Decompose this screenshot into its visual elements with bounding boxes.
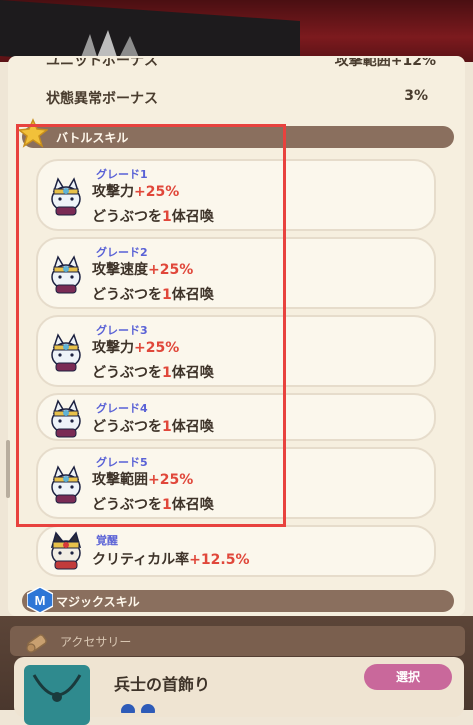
summon-pre: どうぶつを — [92, 287, 162, 303]
cat-soldier-icon — [51, 255, 81, 294]
crit-label: クリティカル率 — [92, 552, 190, 568]
stat-line: 攻撃力+25% — [92, 181, 179, 201]
grade-label: グレード4 — [96, 402, 148, 415]
awakened-cat-icon — [50, 531, 82, 570]
cat-soldier-icon — [51, 399, 81, 438]
magic-skill-header: M マジックスキル — [22, 587, 454, 613]
stat-label: 攻撃力 — [92, 184, 134, 200]
status-bonus-value: 3% — [404, 88, 428, 104]
summon-post: 体召喚 — [171, 365, 214, 381]
summon-post: 体召喚 — [171, 209, 214, 225]
summon-count: 1 — [162, 365, 172, 381]
accessory-header: アクセサリー — [10, 626, 465, 656]
stat-line: 攻撃力+25% — [92, 337, 179, 357]
summon-count: 1 — [162, 497, 172, 513]
top-banner — [0, 0, 473, 62]
accessory-card: 兵士の首飾り 選択 — [14, 657, 464, 725]
svg-text:M: M — [35, 593, 46, 608]
stat-value: +25% — [134, 340, 180, 356]
summon-pre: どうぶつを — [92, 497, 162, 513]
unit-bonus-value: 攻撃範囲+12% — [334, 58, 436, 69]
stat-value: +25% — [148, 472, 194, 488]
stat-value: +25% — [148, 262, 194, 278]
stat-label: 攻撃力 — [92, 340, 134, 356]
stat-value: +25% — [134, 184, 180, 200]
stat-label: 攻撃範囲 — [92, 472, 148, 488]
grade-label: グレード5 — [96, 456, 148, 469]
crit-line: クリティカル率+12.5% — [92, 549, 249, 569]
necklace-icon — [32, 674, 82, 702]
stat-line: 攻撃速度+25% — [92, 259, 193, 279]
grade-label: グレード2 — [96, 246, 148, 259]
grade-2-card: グレード2 攻撃速度+25% どうぶつを1体召喚 — [36, 237, 436, 309]
summon-post: 体召喚 — [171, 287, 214, 303]
cat-soldier-icon — [51, 465, 81, 504]
cat-soldier-icon — [51, 177, 81, 216]
summon-line: どうぶつを1体召喚 — [92, 494, 214, 514]
gem-slots-icon — [121, 704, 155, 713]
summon-line: どうぶつを1体召喚 — [92, 416, 214, 436]
grade-1-card: グレード1 攻撃力+25% どうぶつを1体召喚 — [36, 159, 436, 231]
grade-5-card: グレード5 攻撃範囲+25% どうぶつを1体召喚 — [36, 447, 436, 519]
awakening-label: 覚醒 — [96, 534, 118, 547]
summon-count: 1 — [162, 287, 172, 303]
summon-post: 体召喚 — [171, 419, 214, 435]
awakening-card: 覚醒 クリティカル率+12.5% — [36, 525, 436, 577]
status-bonus-label: 状態異常ボーナス — [46, 91, 158, 107]
stat-line: 攻撃範囲+25% — [92, 469, 193, 489]
summon-pre: どうぶつを — [92, 209, 162, 225]
grade-label: グレード3 — [96, 324, 148, 337]
summon-post: 体召喚 — [171, 497, 214, 513]
summon-count: 1 — [162, 419, 172, 435]
summon-line: どうぶつを1体召喚 — [92, 206, 214, 226]
necklace-thumbnail — [24, 665, 90, 725]
unit-bonus-label: ユニットボーナス — [46, 58, 158, 69]
accessory-name: 兵士の首飾り — [114, 675, 211, 694]
star-icon — [18, 118, 48, 148]
accessory-header-title: アクセサリー — [60, 635, 132, 649]
status-bonus-row: 状態異常ボーナス 3% — [46, 88, 428, 108]
battle-skill-title: バトルスキル — [56, 131, 129, 145]
grade-3-card: グレード3 攻撃力+25% どうぶつを1体召喚 — [36, 315, 436, 387]
stat-label: 攻撃速度 — [92, 262, 148, 278]
crit-value: +12.5% — [189, 552, 250, 568]
unit-bonus-row: ユニットボーナス 攻撃範囲+12% — [46, 58, 436, 74]
summon-line: どうぶつを1体召喚 — [92, 284, 214, 304]
summon-line: どうぶつを1体召喚 — [92, 362, 214, 382]
m-icon: M — [27, 587, 53, 613]
magic-skill-title: マジックスキル — [56, 595, 140, 609]
grade-4-card: グレード4 どうぶつを1体召喚 — [36, 393, 436, 441]
cat-soldier-icon — [51, 333, 81, 372]
select-button[interactable]: 選択 — [364, 664, 452, 690]
battle-skill-header: バトルスキル — [18, 118, 454, 148]
accessory-icon — [26, 634, 47, 653]
scrollbar-thumb[interactable] — [6, 440, 10, 498]
summon-pre: どうぶつを — [92, 419, 162, 435]
grade-label: グレード1 — [96, 168, 148, 181]
summon-count: 1 — [162, 209, 172, 225]
summon-pre: どうぶつを — [92, 365, 162, 381]
